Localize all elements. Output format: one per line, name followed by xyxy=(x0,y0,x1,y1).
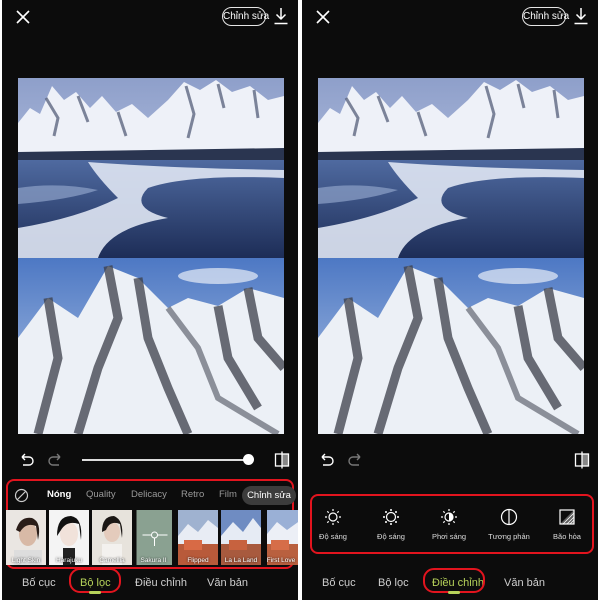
filter-thumbnails: Light Skin Harajuku Camellia Sakura II F… xyxy=(6,510,298,566)
filter-thumb-flipped[interactable]: Flipped xyxy=(178,510,218,565)
sun-dots-icon xyxy=(383,509,399,525)
tab-adjust[interactable]: Điều chỉnh xyxy=(135,577,187,589)
close-icon[interactable] xyxy=(314,8,332,26)
editor-panel-filters: Chỉnh sửa Nóng Quality Delicacy Retro Fi… xyxy=(2,0,298,600)
editor-panel-adjust: Chỉnh sửa Độ sáng Độ sáng Phơi sáng Tươn… xyxy=(302,0,598,600)
adjust-exposure[interactable]: Phơi sáng xyxy=(426,508,472,544)
active-tab-indicator xyxy=(448,591,460,594)
filter-thumb-sakura[interactable]: Sakura II xyxy=(135,510,172,565)
adjust-label: Tương phản xyxy=(488,532,530,541)
filter-category-bar: Nóng Quality Delicacy Retro Film Chỉnh s… xyxy=(10,485,296,507)
redo-icon[interactable] xyxy=(48,452,64,468)
photo-top-beach xyxy=(18,78,284,258)
undo-icon[interactable] xyxy=(18,452,34,468)
filter-label: Flipped xyxy=(187,557,209,564)
filter-intensity-slider[interactable] xyxy=(82,459,252,461)
filter-category[interactable]: Quality xyxy=(86,489,116,500)
slider-knob[interactable] xyxy=(243,454,254,465)
adjust-brightness[interactable]: Độ sáng xyxy=(310,508,356,544)
filter-thumb-harajuku[interactable]: Harajuku xyxy=(49,510,89,565)
contrast-icon xyxy=(500,508,518,526)
compare-icon[interactable] xyxy=(574,451,590,469)
filter-category[interactable]: Delicacy xyxy=(131,489,167,500)
no-filter-icon[interactable] xyxy=(14,488,29,503)
filter-thumb-first-love[interactable]: First Love xyxy=(264,510,298,565)
active-tab-highlight xyxy=(423,568,485,593)
bottom-tab-bar: Bố cục Bộ lọc Điều chỉnh Văn bản xyxy=(2,575,298,595)
adjust-label: Phơi sáng xyxy=(431,532,467,541)
redo-icon[interactable] xyxy=(348,452,364,468)
filter-category[interactable]: Retro xyxy=(181,489,204,500)
compare-icon[interactable] xyxy=(274,451,290,469)
filter-category[interactable]: Film xyxy=(219,489,239,500)
active-tab-indicator xyxy=(89,591,101,594)
edit-button[interactable]: Chỉnh sửa xyxy=(222,7,269,26)
active-tab-highlight xyxy=(69,568,121,593)
edit-button[interactable]: Chỉnh sửa xyxy=(522,7,569,26)
filter-thumb-camellia[interactable]: Camellia xyxy=(92,510,132,565)
photo-bottom-mountain xyxy=(318,258,584,434)
adjust-saturation[interactable]: Bão hòa xyxy=(544,508,590,544)
filter-thumb-la-la-land[interactable]: La La Land xyxy=(221,510,261,565)
tab-layout[interactable]: Bố cục xyxy=(22,577,56,589)
adjust-label: Bão hòa xyxy=(553,532,581,541)
filter-category-pill[interactable]: Chỉnh sửa xyxy=(242,486,296,505)
adjust-contrast[interactable]: Tương phản xyxy=(486,508,532,544)
photo-bottom-mountain xyxy=(18,258,284,434)
download-icon[interactable] xyxy=(273,7,289,25)
adjust-label: Độ sáng xyxy=(319,532,347,541)
saturation-icon xyxy=(559,509,575,525)
filter-label: La La Land xyxy=(224,557,258,564)
sun-outline-icon xyxy=(325,509,341,525)
close-icon[interactable] xyxy=(14,8,32,26)
photo-top-beach xyxy=(318,78,584,258)
tab-text[interactable]: Văn bản xyxy=(207,577,248,589)
download-icon[interactable] xyxy=(573,7,589,25)
filter-label: Harajuku xyxy=(55,557,82,564)
filter-label: First Love xyxy=(266,557,296,564)
undo-icon[interactable] xyxy=(318,452,334,468)
exposure-icon xyxy=(441,509,457,525)
filter-label: Sakura II xyxy=(140,557,167,564)
filter-category[interactable]: Nóng xyxy=(47,489,71,500)
tab-filters[interactable]: Bộ lọc xyxy=(378,577,409,589)
filter-thumb-light-skin[interactable]: Light Skin xyxy=(6,510,46,565)
filter-label: Camellia xyxy=(99,557,125,564)
adjust-label: Độ sáng xyxy=(377,532,405,541)
filter-label: Light Skin xyxy=(11,557,41,564)
tab-text[interactable]: Văn bản xyxy=(504,577,545,589)
adjust-brightness-2[interactable]: Độ sáng xyxy=(368,508,414,544)
tab-layout[interactable]: Bố cục xyxy=(322,577,356,589)
